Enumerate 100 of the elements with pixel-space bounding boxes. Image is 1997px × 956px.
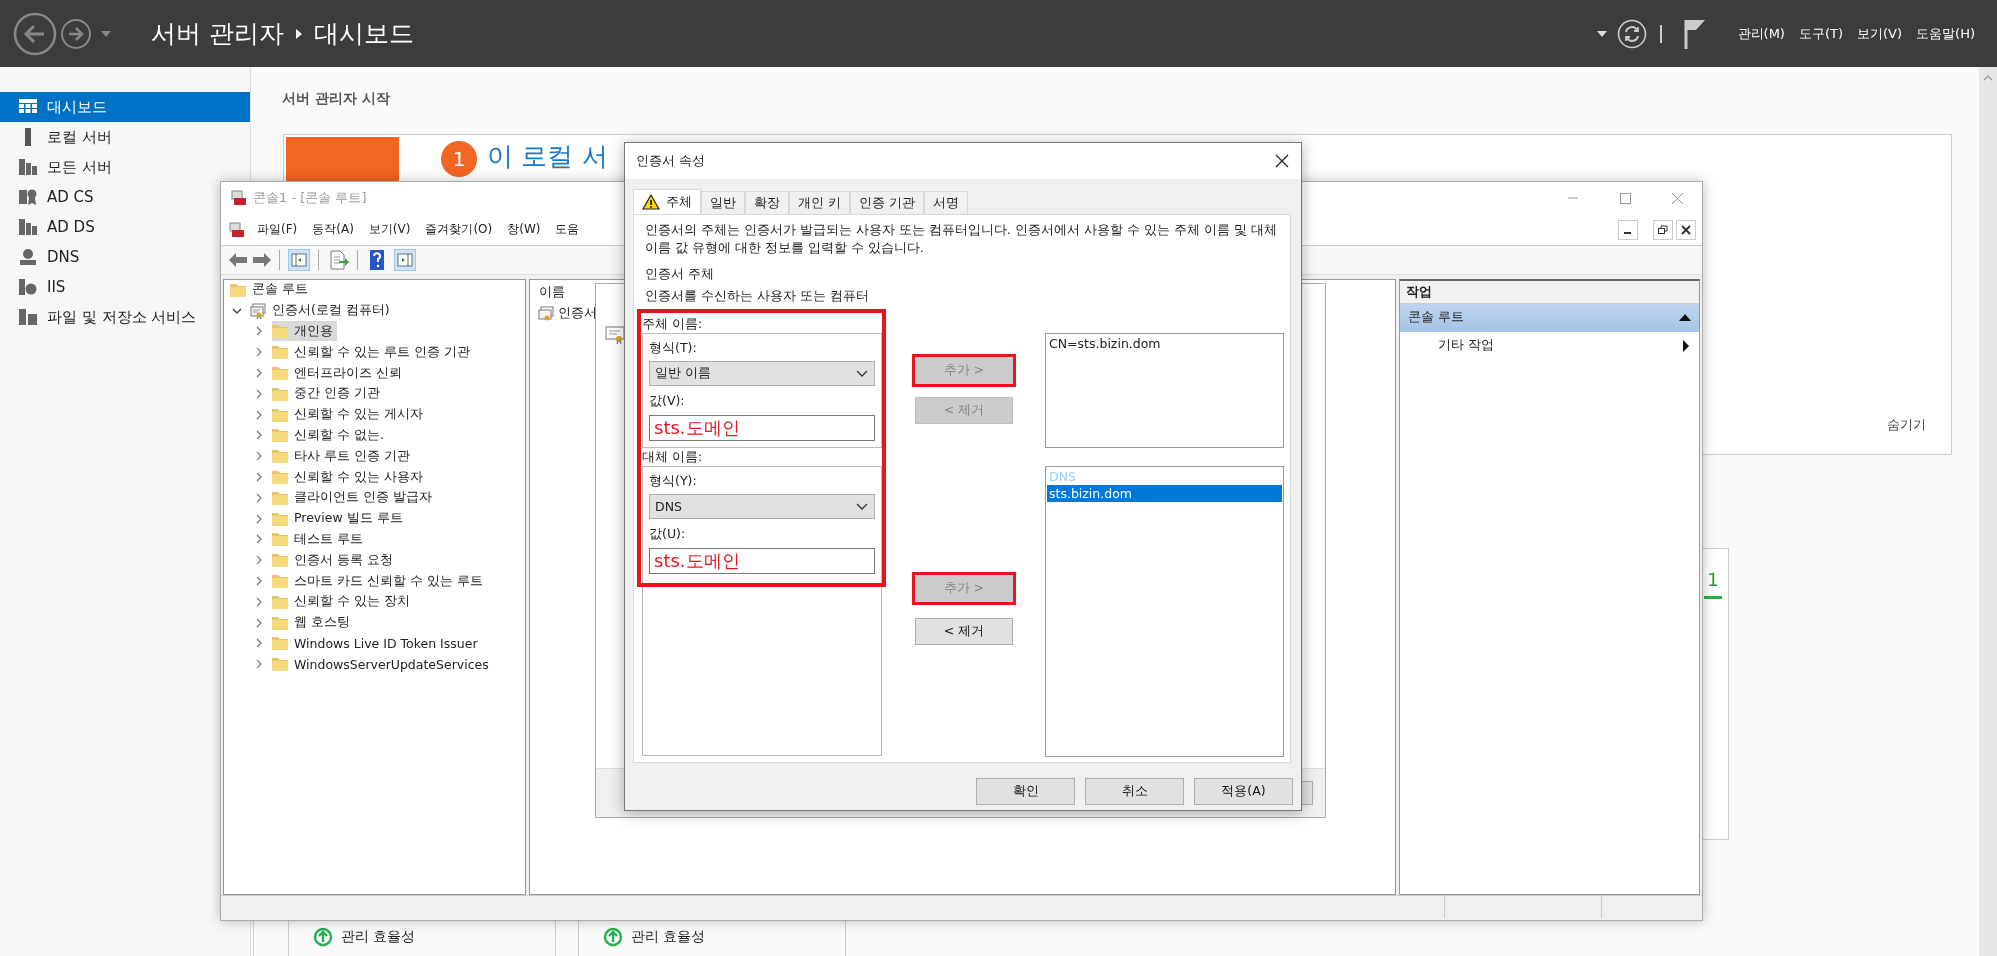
restore-button[interactable] [1653,219,1673,240]
scrollbar[interactable] [1979,67,1997,956]
type-dropdown[interactable]: DNS [649,494,875,519]
tree-item[interactable]: 신뢰할 수 있는 장치 [272,591,414,612]
tree-item[interactable]: Windows Live ID Token Issuer [272,633,482,654]
collapse-icon[interactable] [1679,314,1691,321]
menu-item[interactable]: 보기(V) [368,221,411,239]
tree-item[interactable]: 엔터프라이즈 신뢰 [272,363,406,384]
sidebar-item[interactable]: AD CS [0,182,218,212]
list-item[interactable]: sts.bizin.dom [1047,485,1282,502]
chevron-icon[interactable] [254,472,264,483]
value-field[interactable]: sts.도메인 [649,548,875,574]
tree-item[interactable]: 콘솔 루트 [230,279,312,300]
sidebar-item[interactable]: IIS [0,272,218,302]
forward-button[interactable] [253,252,271,267]
refresh-icon[interactable] [1616,18,1647,49]
tree-item[interactable]: 중간 인증 기관 [272,383,384,404]
chevron-icon[interactable] [254,555,264,566]
tree-label: 신뢰할 수 있는 루트 인증 기관 [294,343,470,361]
tree-item[interactable]: 신뢰할 수 있는 사용자 [272,467,427,488]
scroll-up-icon[interactable] [1983,75,1993,81]
dropdown-caret-icon[interactable] [1596,30,1607,37]
breadcrumb-item[interactable]: 대시보드 [313,17,414,50]
close-button[interactable] [1275,154,1289,168]
chevron-icon[interactable] [254,534,264,545]
files-icon [19,308,37,326]
tree-item[interactable]: 신뢰할 수 있는 루트 인증 기관 [272,342,474,363]
flag-icon[interactable] [1683,18,1706,49]
hide-link[interactable]: 숨기기 [1887,416,1926,434]
toolbox-icon [229,221,245,238]
forward-button[interactable] [60,17,92,50]
chevron-icon[interactable] [254,492,264,503]
sidebar-item[interactable]: AD DS [0,212,218,242]
tree-item[interactable]: WindowsServerUpdateServices [272,654,493,675]
sidebar-item[interactable]: 파일 및 저장소 서비스 [0,302,218,332]
chevron-icon[interactable] [254,596,264,607]
tab[interactable]: 일반 [701,191,745,214]
action-item[interactable]: 기타 작업 [1438,337,1494,354]
action-pane-button[interactable] [394,248,416,271]
export-icon[interactable] [327,248,349,271]
sidebar-item[interactable]: 로컬 서버 [0,122,218,152]
breadcrumb-item[interactable]: 서버 관리자 [151,17,284,50]
menu-item[interactable]: 도움말(H) [1916,24,1975,43]
tab[interactable]: 개인 키 [789,191,850,214]
chevron-icon[interactable] [254,430,264,441]
type-dropdown[interactable]: 일반 이름 [649,361,875,386]
tile-label[interactable]: 관리 효율성 [631,928,706,946]
menu-item[interactable]: 도움 [555,221,580,239]
menu-item[interactable]: 동작(A) [312,221,354,239]
value-field[interactable]: sts.도메인 [649,415,875,441]
action-section-header[interactable]: 콘솔 루트 [1400,303,1699,332]
tree-item[interactable]: 인증서 등록 요청 [272,550,397,571]
back-button[interactable] [13,11,57,56]
folder-icon [272,470,288,485]
sidebar-item[interactable]: 모든 서버 [0,152,218,182]
step-link[interactable]: 이 로컬 서 [487,139,608,173]
sidebar-item[interactable]: 대시보드 [0,92,250,122]
tab[interactable]: 인증 기관 [850,191,924,214]
dialog-button[interactable]: 확인 [976,778,1075,805]
chevron-icon[interactable] [254,513,264,524]
menu-item[interactable]: 보기(V) [1857,24,1903,43]
chevron-icon[interactable] [254,638,264,649]
chevron-icon[interactable] [254,451,264,462]
tab[interactable]: 서명 [923,191,968,214]
chevron-icon[interactable] [254,347,264,358]
tree-item[interactable]: 웹 호스팅 [272,612,354,633]
tree-item[interactable]: 인증서(로컬 컴퓨터) [250,300,394,321]
tree-item[interactable]: 테스트 루트 [272,529,367,550]
chevron-icon[interactable] [254,409,264,420]
menu-item[interactable]: 도구(T) [1798,24,1844,43]
tile-label[interactable]: 관리 효율성 [341,928,416,946]
menu-item[interactable]: 즐겨찾기(O) [425,221,493,239]
list-item[interactable]: CN=sts.bizin.dom [1047,335,1282,352]
menu-item[interactable]: 관리(M) [1737,24,1785,43]
tab[interactable]: 확장 [745,191,789,214]
chevron-icon[interactable] [254,326,264,337]
list-item[interactable]: 인증서 [558,305,597,322]
chevron-icon[interactable] [254,576,264,587]
tree-item[interactable]: 스마트 카드 신뢰할 수 있는 루트 [272,571,487,592]
tree-item[interactable]: 신뢰할 수 있는 게시자 [272,404,427,425]
dialog-button[interactable]: < 제거 [915,618,1013,645]
menu-item[interactable]: 창(W) [507,221,541,239]
field-label: 형식(T): [649,339,698,357]
tab[interactable]: 주체 [633,189,701,214]
back-button[interactable] [229,252,247,267]
tree-pane-button[interactable] [288,248,310,271]
tree-item[interactable]: 신뢰할 수 없는. [272,425,388,446]
menu-item[interactable]: 파일(F) [257,221,298,239]
dialog-button[interactable]: 취소 [1085,778,1184,805]
tree-item[interactable]: 개인용 [272,321,337,342]
dialog-button[interactable]: 적용(A) [1194,778,1293,805]
chevron-icon[interactable] [254,659,264,670]
chevron-icon[interactable] [254,368,264,379]
tree-item[interactable]: 타사 루트 인증 기관 [272,446,414,467]
chevron-icon[interactable] [254,388,264,399]
minimize-button[interactable] [1618,219,1638,240]
sidebar-item[interactable]: DNS [0,242,218,272]
tree-item[interactable]: 클라이언트 인증 발급자 [272,487,436,508]
chevron-icon[interactable] [254,617,264,628]
tree-item[interactable]: Preview 빌드 루트 [272,508,407,529]
